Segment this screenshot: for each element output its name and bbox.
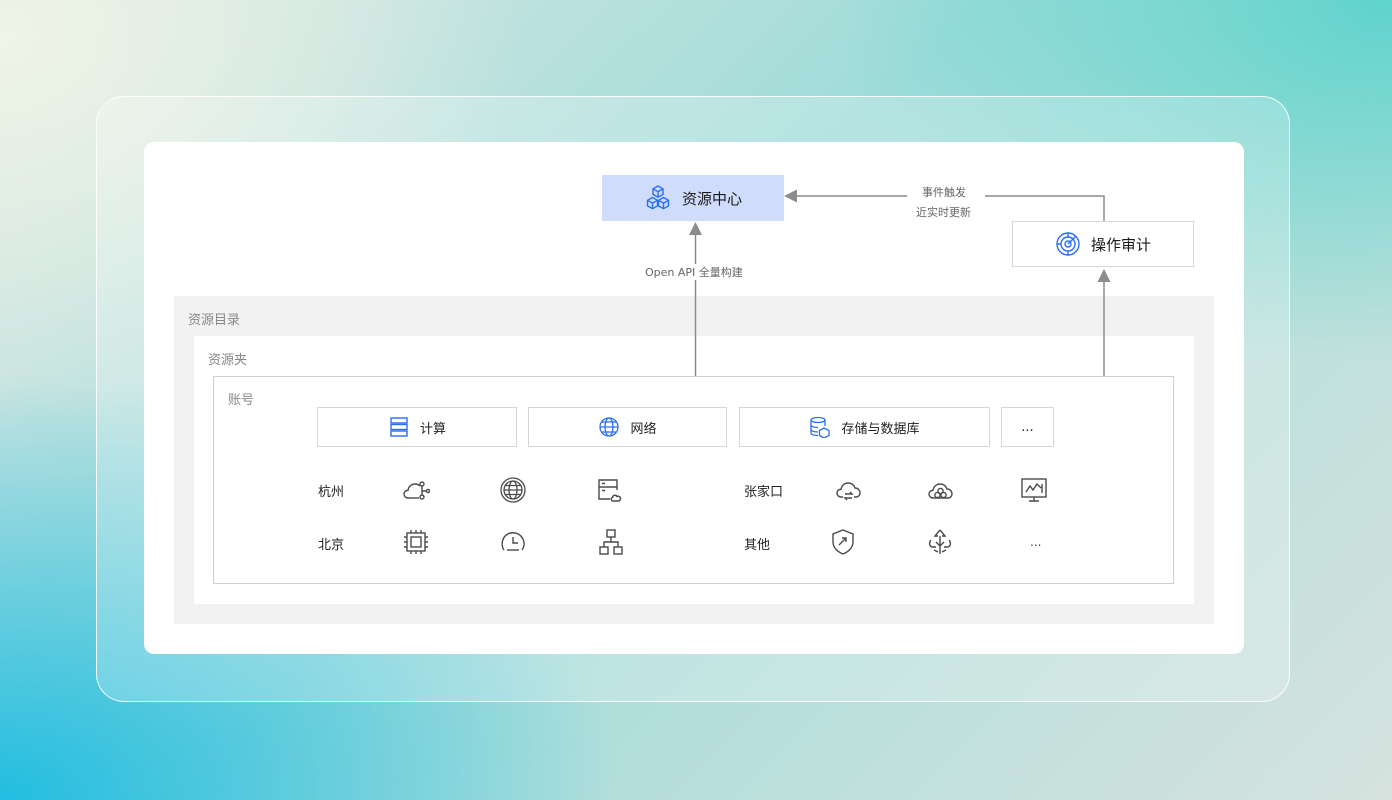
server-stack-icon [388,416,410,438]
recycle-tree-icon [926,528,954,556]
monitor-chart-icon [1020,476,1048,504]
account-title: 账号 [228,393,255,408]
region-beijing: 北京 [318,538,345,553]
operation-audit-node: 操作审计 [1012,221,1194,267]
category-compute-label: 计算 [419,421,446,437]
cubes-icon [644,184,672,212]
cloud-sync-icon [835,476,863,504]
category-compute: 计算 [317,407,517,447]
globe-network-icon [598,416,620,438]
radar-icon [1055,231,1081,257]
category-storage-db: 存储与数据库 [739,407,990,447]
resource-directory-title: 资源目录 [188,313,241,328]
shield-check-icon [829,528,857,556]
cloud-cluster-icon [927,476,955,504]
gauge-icon [499,528,527,556]
category-more-label: ... [1021,419,1034,435]
resource-center-label: 资源中心 [681,189,742,208]
region-other: 其他 [744,538,771,553]
region-hangzhou: 杭州 [318,485,345,500]
database-icon [809,416,831,439]
storage-cloud-icon [596,476,624,504]
operation-audit-label: 操作审计 [1090,235,1151,254]
category-more: ... [1001,407,1054,447]
resource-folder-title: 资源夹 [208,353,248,368]
category-storage-db-label: 存储与数据库 [841,421,920,437]
resource-center-node: 资源中心 [602,175,784,221]
category-network: 网络 [528,407,727,447]
globe-icon [499,476,527,504]
topology-icon [597,528,625,556]
more-resources-ellipsis: ... [1030,535,1042,549]
edge-label-event-trigger: 事件触发 [922,184,966,200]
category-network-label: 网络 [630,421,657,437]
chip-icon [402,528,430,556]
region-zhangjiakou: 张家口 [744,485,784,500]
edge-label-near-realtime: 近实时更新 [916,204,971,220]
cloud-network-icon [402,476,430,504]
edge-label-open-api: Open API 全量构建 [643,264,745,280]
